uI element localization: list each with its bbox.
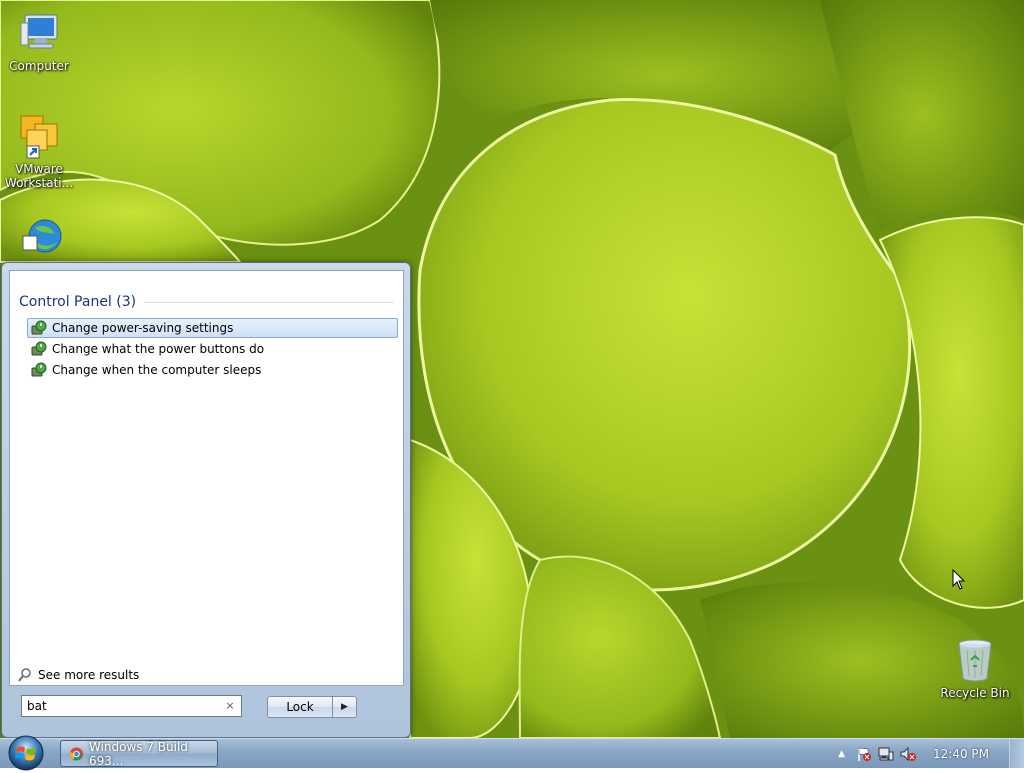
section-header-label: Control Panel (3) xyxy=(19,294,137,310)
desktop-icon-label: Computer xyxy=(9,59,69,73)
desktop-icon-recycle-bin[interactable]: Recycle Bin xyxy=(939,636,1011,700)
result-label: Change what the power buttons do xyxy=(52,342,265,356)
result-item[interactable]: Change what the power buttons do xyxy=(27,339,398,359)
desktop-icon-label: Recycle Bin xyxy=(940,686,1010,700)
power-options-icon xyxy=(31,341,47,356)
taskbar-chrome-button[interactable]: Windows 7 Build 693... xyxy=(60,739,218,768)
clear-search-icon[interactable]: × xyxy=(225,700,235,711)
volume-muted-icon[interactable] xyxy=(900,746,916,762)
results-section-header[interactable]: Control Panel (3) xyxy=(19,294,394,310)
desktop-icon-idm[interactable] xyxy=(3,214,75,264)
power-options-icon xyxy=(31,320,47,335)
see-more-label: See more results xyxy=(38,668,140,682)
action-center-flag-icon[interactable] xyxy=(856,746,872,762)
taskbar: Windows 7 Build 693... ▲ 12:40 PM xyxy=(0,735,1024,771)
power-options-icon xyxy=(31,362,47,377)
result-label: Change power-saving settings xyxy=(52,321,234,335)
desktop-icon-computer[interactable]: Computer xyxy=(3,9,75,73)
shutdown-options-arrow-button[interactable]: ▶ xyxy=(333,696,357,718)
section-divider xyxy=(144,301,394,303)
start-button-orb-icon[interactable] xyxy=(6,733,46,773)
chrome-icon xyxy=(69,746,84,761)
internet-download-manager-icon xyxy=(22,219,62,253)
desktop-icon-label: VMware Workstati... xyxy=(4,162,74,190)
result-item[interactable]: Change power-saving settings xyxy=(27,318,398,338)
start-search-box[interactable]: × xyxy=(21,695,242,717)
computer-icon xyxy=(20,14,58,49)
network-icon[interactable] xyxy=(878,746,894,762)
result-label: Change when the computer sleeps xyxy=(52,363,262,377)
show-hidden-icons-button[interactable]: ▲ xyxy=(838,749,845,759)
start-menu: Control Panel (3) Change power-saving se… xyxy=(1,262,411,738)
desktop-icon-vmware[interactable]: VMware Workstati... xyxy=(3,112,75,190)
recycle-bin-icon xyxy=(958,639,992,682)
search-icon xyxy=(18,668,31,682)
results-list: Change power-saving settings Change what… xyxy=(27,318,398,381)
vmware-workstation-icon xyxy=(20,115,58,159)
mouse-cursor-icon xyxy=(952,569,966,590)
lock-button[interactable]: Lock xyxy=(267,696,333,718)
start-search-input[interactable] xyxy=(22,697,217,715)
system-tray: ▲ 12:40 PM xyxy=(838,739,1024,768)
taskbar-button-label: Windows 7 Build 693... xyxy=(88,739,188,768)
clock[interactable]: 12:40 PM xyxy=(933,747,989,761)
search-results-panel: Control Panel (3) Change power-saving se… xyxy=(9,270,404,686)
show-desktop-button[interactable] xyxy=(1009,739,1024,768)
see-more-results-link[interactable]: See more results xyxy=(18,668,139,682)
lock-button-group: Lock ▶ xyxy=(267,696,357,718)
result-item[interactable]: Change when the computer sleeps xyxy=(27,360,398,380)
